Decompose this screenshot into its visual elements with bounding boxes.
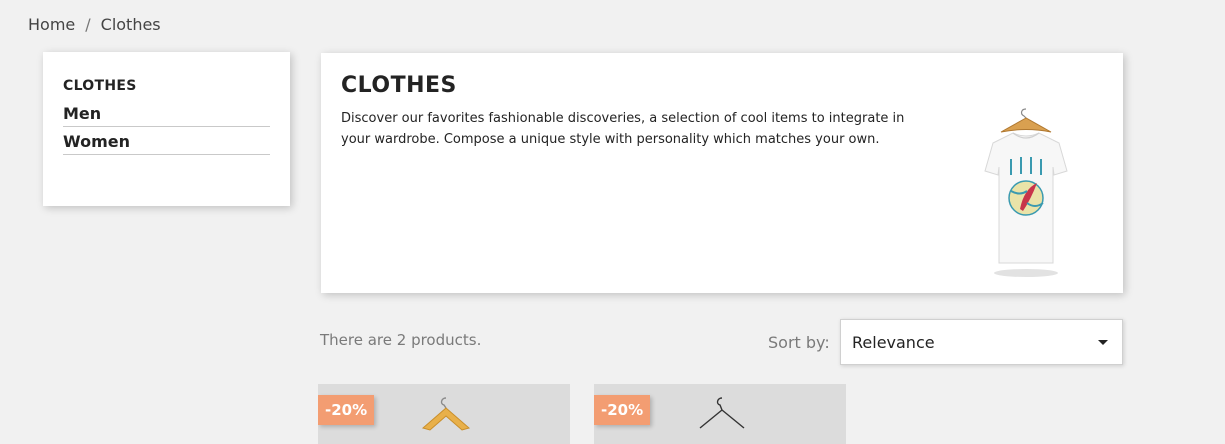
product-card[interactable]: -20%: [318, 384, 570, 444]
category-header: CLOTHES Discover our favorites fashionab…: [321, 53, 1123, 293]
breadcrumb-separator: /: [85, 15, 91, 34]
discount-badge: -20%: [594, 395, 651, 425]
product-card[interactable]: -20%: [594, 384, 846, 444]
products-count: There are 2 products.: [320, 331, 482, 349]
sort-dropdown[interactable]: Relevance: [840, 319, 1123, 365]
sidebar-item-men[interactable]: Men: [63, 104, 270, 127]
wooden-hanger-icon: [421, 397, 471, 431]
wire-hanger-icon: [699, 397, 745, 429]
breadcrumb: Home / Clothes: [28, 15, 161, 34]
category-sidebar: CLOTHES Men Women: [43, 52, 290, 206]
breadcrumb-home-link[interactable]: Home: [28, 15, 75, 34]
breadcrumb-current-link[interactable]: Clothes: [101, 15, 161, 34]
caret-down-icon: [1098, 339, 1108, 345]
discount-badge: -20%: [318, 395, 375, 425]
category-description: Discover our favorites fashionable disco…: [341, 111, 905, 147]
sort-selected-value: Relevance: [852, 332, 935, 352]
sidebar-title[interactable]: CLOTHES: [63, 78, 270, 94]
sort-label: Sort by:: [768, 333, 830, 352]
page-title: CLOTHES: [341, 73, 457, 98]
sidebar-item-women[interactable]: Women: [63, 132, 270, 155]
tshirt-icon: [984, 108, 1068, 277]
